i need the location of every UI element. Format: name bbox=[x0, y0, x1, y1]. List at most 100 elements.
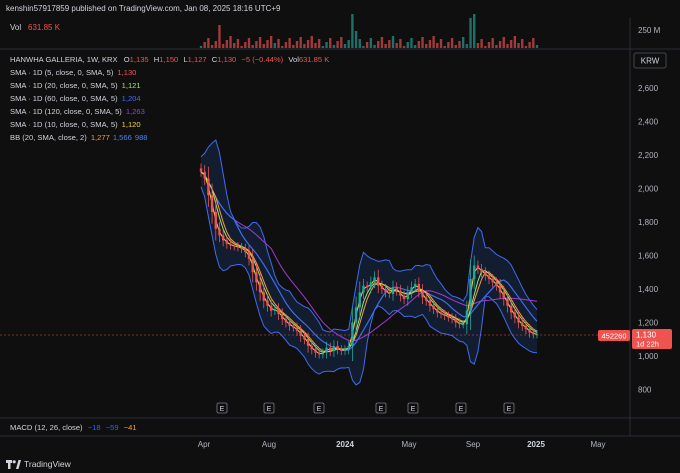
indicator-label: SMA · 1D (60, close, 0, SMA, 5) bbox=[10, 94, 118, 103]
candle-body bbox=[517, 317, 520, 323]
legend-close-value: 1,130 bbox=[217, 55, 236, 64]
chart-legend: HANWHA GALLERIA, 1W, KRX O1,135 H1,150 L… bbox=[10, 55, 329, 142]
currency-label[interactable]: KRW bbox=[641, 57, 660, 66]
candle-body bbox=[458, 322, 461, 325]
price-tick: 2,200 bbox=[638, 151, 659, 160]
volume-bar bbox=[273, 43, 277, 48]
volume-bar bbox=[469, 18, 472, 48]
legend-low-value: 1,127 bbox=[188, 55, 207, 64]
volume-bar bbox=[229, 36, 232, 48]
price-tick: 2,600 bbox=[638, 84, 659, 93]
volume-bar bbox=[284, 42, 288, 48]
time-tick: Apr bbox=[198, 440, 211, 449]
indicator-extra-value: 1,566 bbox=[113, 133, 132, 142]
candle-body bbox=[247, 252, 251, 259]
candle-body bbox=[340, 349, 343, 351]
candle-body bbox=[329, 347, 332, 351]
volume-bar bbox=[498, 41, 502, 48]
candle-body bbox=[236, 246, 240, 248]
candle-body bbox=[373, 277, 376, 283]
volume-bar bbox=[436, 43, 439, 48]
candle-body bbox=[521, 322, 524, 326]
candle-body bbox=[218, 228, 221, 236]
legend-high-value: 1,150 bbox=[159, 55, 178, 64]
volume-bar bbox=[521, 39, 524, 48]
earnings-markers[interactable]: EEEEEEE bbox=[216, 402, 515, 414]
candle-body bbox=[343, 349, 347, 351]
price-chart[interactable]: Vol 631.85 K 250 M HANWHA GALLERIA, 1W, … bbox=[0, 0, 680, 473]
candle-body bbox=[391, 287, 395, 295]
volume-bar bbox=[262, 44, 265, 48]
volume-bar bbox=[255, 41, 258, 48]
volume-axis-tick: 250 M bbox=[638, 26, 661, 35]
candle-body bbox=[469, 278, 472, 311]
candle-body bbox=[447, 315, 450, 318]
candle-body bbox=[251, 258, 254, 273]
volume-bar bbox=[207, 38, 210, 48]
svg-text:SMA · 1D (10, close, 0, SMA, 5: SMA · 1D (10, close, 0, SMA, 5) 1,120 bbox=[10, 120, 141, 129]
volume-bar bbox=[258, 37, 262, 48]
candle-body bbox=[203, 171, 206, 179]
tradingview-logo-icon bbox=[6, 459, 21, 469]
price-tick: 800 bbox=[638, 386, 652, 395]
price-tick: 1,600 bbox=[638, 252, 659, 261]
candle-body bbox=[509, 305, 513, 313]
volume-bar bbox=[410, 38, 413, 48]
bar-countdown: 1d 22h bbox=[636, 340, 659, 349]
price-tick: 1,800 bbox=[638, 218, 659, 227]
volume-bar bbox=[354, 31, 358, 48]
volume-bar bbox=[380, 37, 384, 48]
legend-symbol: HANWHA GALLERIA, 1W, KRX bbox=[10, 55, 118, 64]
tradingview-logo[interactable]: TradingView bbox=[6, 459, 71, 469]
time-axis[interactable]: Apr Aug 2024 May Sep 2025 May bbox=[198, 440, 606, 449]
candle-body bbox=[502, 292, 505, 300]
candle-body bbox=[277, 309, 280, 315]
candle-body bbox=[528, 329, 531, 333]
svg-text:SMA · 1D (5, close, 0, SMA, 5): SMA · 1D (5, close, 0, SMA, 5) 1,130 bbox=[10, 68, 136, 77]
macd-legend: MACD (12, 26, close) −18 −59 −41 bbox=[10, 423, 137, 432]
currency-button[interactable]: KRW bbox=[633, 52, 667, 69]
time-tick-year: 2025 bbox=[527, 440, 545, 449]
candle-body bbox=[399, 290, 402, 296]
volume-bar bbox=[225, 40, 229, 48]
volume-bar bbox=[295, 41, 299, 48]
brand-name: TradingView bbox=[24, 459, 71, 469]
candle-body bbox=[362, 285, 365, 293]
candle-body bbox=[288, 322, 291, 326]
macd-signal-value: −59 bbox=[106, 423, 119, 432]
volume-bar bbox=[480, 39, 483, 48]
candle-body bbox=[281, 314, 284, 320]
volume-bar bbox=[343, 44, 347, 48]
volume-bar bbox=[384, 44, 387, 48]
candle-body bbox=[214, 211, 217, 229]
volume-bar bbox=[524, 46, 528, 48]
indicator-extra-value: 988 bbox=[135, 133, 148, 142]
volume-bar bbox=[413, 45, 417, 48]
volume-bar bbox=[310, 36, 313, 48]
volume-bar bbox=[454, 45, 457, 48]
volume-bar bbox=[277, 39, 280, 48]
candle-body bbox=[229, 243, 232, 246]
volume-bar bbox=[421, 37, 424, 48]
volume-bar bbox=[532, 38, 535, 48]
candle-body bbox=[317, 352, 321, 355]
volume-bar bbox=[465, 44, 469, 48]
candle-body bbox=[325, 347, 328, 353]
candle-body bbox=[410, 287, 413, 293]
candle-body bbox=[225, 240, 229, 244]
indicator-label: SMA · 1D (10, close, 0, SMA, 5) bbox=[10, 120, 118, 129]
volume-bar bbox=[306, 40, 310, 48]
volume-bar bbox=[199, 46, 203, 48]
indicator-label: BB (20, SMA, close, 2) bbox=[10, 133, 87, 142]
svg-text:HANWHA GALLERIA, 1W, KRX: HANWHA GALLERIA, 1W, KRX O1,135 H1,150 L… bbox=[10, 55, 329, 64]
candle-body bbox=[454, 319, 457, 323]
volume-bar bbox=[399, 39, 402, 48]
earnings-marker-label: E bbox=[379, 406, 384, 413]
candle-body bbox=[402, 295, 406, 300]
candle-body bbox=[473, 265, 476, 279]
volume-bar bbox=[303, 44, 306, 48]
candle-body bbox=[417, 283, 421, 291]
indicator-value: 1,121 bbox=[122, 81, 141, 90]
svg-text:SMA · 1D (20, close, 0, SMA, 5: SMA · 1D (20, close, 0, SMA, 5) 1,121 bbox=[10, 81, 141, 90]
svg-text:SMA · 1D (60, close, 0, SMA, 5: SMA · 1D (60, close, 0, SMA, 5) 1,204 bbox=[10, 94, 141, 103]
